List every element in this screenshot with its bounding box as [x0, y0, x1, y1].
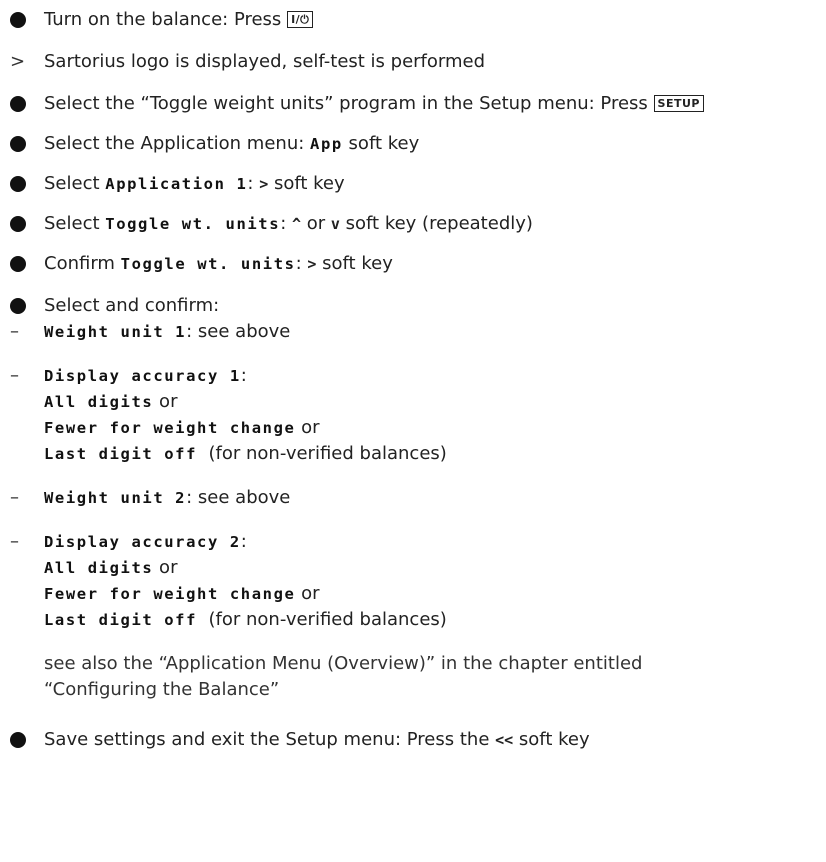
- dash-icon: –: [10, 321, 19, 342]
- dash-icon: –: [10, 365, 19, 386]
- lcd-text: Last digit off: [44, 445, 198, 463]
- back-arrows-icon: <<: [495, 731, 514, 749]
- lcd-text: Weight unit 1: [44, 323, 187, 341]
- power-key-icon: I/⏻: [287, 11, 314, 28]
- step-text: Select: [44, 173, 106, 194]
- lcd-text: Application 1: [105, 175, 248, 193]
- lcd-text: All digits: [44, 393, 154, 411]
- lcd-text: Fewer for weight change: [44, 419, 296, 437]
- step-text: :: [280, 213, 292, 234]
- result-arrow-icon: >: [10, 51, 26, 72]
- step-text: Turn on the balance: Press: [44, 9, 282, 30]
- note-line-1: see also the “Application Menu (Overview…: [44, 653, 643, 674]
- step-text: soft key: [268, 173, 345, 194]
- step-text: (for non-verified balances): [208, 609, 447, 630]
- lcd-text: Fewer for weight change: [44, 585, 296, 603]
- up-arrow-icon: ^: [291, 215, 302, 233]
- bullet-icon: [10, 8, 34, 35]
- bullet-icon: [10, 212, 34, 239]
- step-text: or: [295, 417, 320, 438]
- step-text: (for non-verified balances): [208, 443, 447, 464]
- lcd-text: Toggle wt. units: [120, 255, 296, 273]
- step-text: Sartorius logo is displayed, self-test i…: [44, 51, 486, 72]
- dash-icon: –: [10, 487, 19, 508]
- bullet-icon: [10, 92, 34, 119]
- dash-icon: –: [10, 531, 19, 552]
- step-text: :: [240, 531, 247, 552]
- lcd-text: Toggle wt. units: [105, 215, 281, 233]
- step-text: Select the Application menu:: [44, 133, 311, 154]
- lcd-text: Display accuracy 1: [44, 367, 241, 385]
- step-text: : see above: [186, 487, 291, 508]
- step-text: soft key: [513, 729, 590, 750]
- step-text: :: [240, 365, 247, 386]
- step-text: soft key: [342, 133, 420, 154]
- step-text: : see above: [186, 321, 291, 342]
- lcd-text: Display accuracy 2: [44, 533, 241, 551]
- lcd-text: All digits: [44, 559, 154, 577]
- bullet-icon: [10, 252, 34, 279]
- lcd-text: Weight unit 2: [44, 489, 187, 507]
- step-text: Select the “Toggle weight units” program…: [44, 93, 648, 114]
- step-text: or: [301, 213, 331, 234]
- instruction-page: { "steps": { "s1": { "text": "Turn on th…: [0, 0, 826, 862]
- setup-key-icon: SETUP: [653, 95, 704, 112]
- step-text: or: [295, 583, 320, 604]
- step-text: :: [247, 173, 260, 194]
- step-text: Select: [44, 213, 106, 234]
- bullet-icon: [10, 728, 34, 755]
- step-text: Save settings and exit the Setup menu: P…: [44, 729, 496, 750]
- step-text: Select and confirm:: [44, 295, 220, 316]
- note-line-2: “Configuring the Balance”: [44, 679, 280, 700]
- step-text: soft key (repeatedly): [339, 213, 533, 234]
- step-text: :: [295, 253, 308, 274]
- lcd-text: Last digit off: [44, 611, 198, 629]
- bullet-icon: [10, 172, 34, 199]
- step-text: soft key: [316, 253, 393, 274]
- right-arrow-icon: >: [259, 175, 269, 193]
- bullet-icon: [10, 294, 34, 321]
- step-text: Confirm: [44, 253, 121, 274]
- step-text: or: [153, 557, 178, 578]
- down-arrow-icon: v: [330, 215, 340, 233]
- bullet-icon: [10, 132, 34, 159]
- step-text: or: [153, 391, 178, 412]
- lcd-text: App: [310, 135, 343, 153]
